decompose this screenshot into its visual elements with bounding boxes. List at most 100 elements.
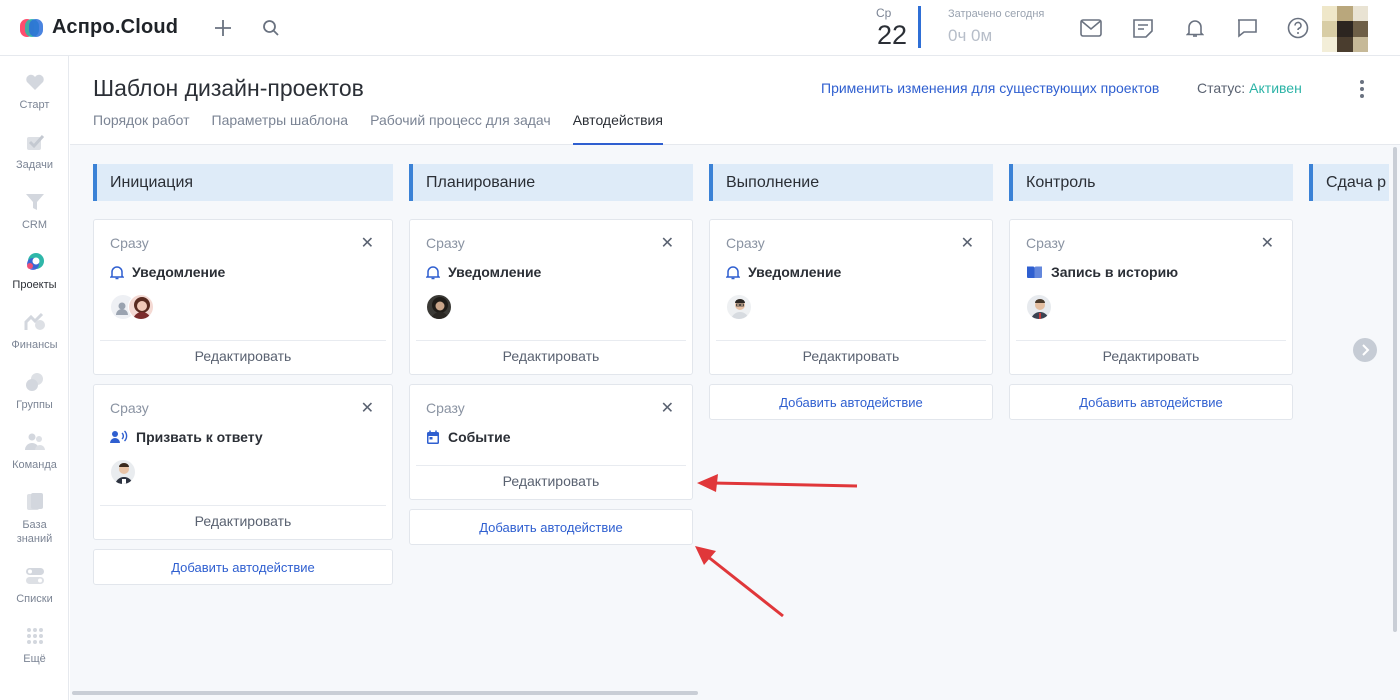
edit-button[interactable]: Редактировать — [1010, 348, 1292, 364]
sidebar-item-projects[interactable]: Проекты — [0, 252, 69, 292]
scroll-right-button[interactable] — [1353, 338, 1377, 362]
sidebar-item-label: Финансы — [11, 339, 58, 351]
status: Статус: Активен — [1197, 80, 1302, 96]
sidebar-item-team[interactable]: Команда — [0, 432, 69, 472]
stage-column-control: Контроль Сразу ✕ Запись в историю Редакт… — [1009, 164, 1293, 420]
add-automation-button[interactable]: Добавить автодействие — [1009, 384, 1293, 420]
plus-icon[interactable] — [209, 14, 237, 42]
funnel-icon — [24, 192, 46, 212]
card-trigger: Сразу — [1026, 235, 1065, 251]
close-icon[interactable]: ✕ — [961, 233, 974, 253]
chat-icon[interactable] — [1233, 14, 1261, 42]
stage-column-initiation: Инициация Сразу ✕ Уведомление Редактиров… — [93, 164, 393, 585]
sidebar-item-lists[interactable]: Списки — [0, 566, 69, 606]
tab-work-order[interactable]: Порядок работ — [93, 112, 190, 145]
close-icon[interactable]: ✕ — [661, 398, 674, 418]
sidebar-item-crm[interactable]: CRM — [0, 192, 69, 232]
time-spent-widget[interactable]: Затрачено сегодня 0ч 0м — [948, 8, 1044, 46]
add-automation-button[interactable]: Добавить автодействие — [409, 509, 693, 545]
help-icon[interactable] — [1284, 14, 1312, 42]
main-content: Шаблон дизайн-проектов Применить изменен… — [70, 57, 1400, 700]
sidebar-item-label: CRM — [21, 219, 48, 231]
bell-icon[interactable] — [1181, 14, 1209, 42]
close-icon[interactable]: ✕ — [1261, 233, 1274, 253]
sidebar-item-tasks[interactable]: Задачи — [0, 132, 69, 172]
app-logo[interactable]: Аспро.Cloud — [20, 16, 178, 39]
sidebar-item-label-line2: знаний — [16, 533, 53, 545]
add-automation-button[interactable]: Добавить автодействие — [709, 384, 993, 420]
more-menu-icon[interactable] — [1354, 77, 1370, 101]
horizontal-scrollbar[interactable] — [72, 691, 698, 695]
card-trigger: Сразу — [110, 235, 149, 251]
lists-icon — [24, 566, 46, 586]
card-participants — [110, 459, 136, 485]
status-label: Статус: — [1197, 80, 1246, 96]
sidebar-item-groups[interactable]: Группы — [0, 372, 69, 412]
add-automation-button[interactable]: Добавить автодействие — [93, 549, 393, 585]
sidebar-item-label: Проекты — [12, 279, 57, 291]
bell-icon — [110, 265, 124, 279]
tab-template-params[interactable]: Параметры шаблона — [212, 112, 349, 145]
logo-mark-icon — [20, 17, 44, 39]
automation-card: Сразу ✕ Уведомление Редактировать — [93, 219, 393, 375]
divider — [416, 465, 686, 466]
notes-icon[interactable] — [1129, 14, 1157, 42]
sidebar-item-start[interactable]: Старт — [0, 72, 69, 112]
card-participants — [110, 294, 154, 320]
avatar[interactable] — [1026, 294, 1052, 320]
tab-task-workflow[interactable]: Рабочий процесс для задач — [370, 112, 551, 145]
automation-card: Сразу ✕ Призвать к ответу Редактировать — [93, 384, 393, 540]
card-action-label: Уведомление — [748, 264, 842, 280]
stage-title: Сдача р — [1309, 164, 1389, 201]
card-action: Событие — [426, 429, 511, 445]
tab-automations[interactable]: Автодействия — [572, 112, 664, 145]
avatar[interactable] — [426, 294, 452, 320]
vertical-scrollbar[interactable] — [1393, 147, 1397, 632]
bell-icon — [426, 265, 440, 279]
sidebar-item-more[interactable]: Ещё — [0, 626, 69, 666]
edit-button[interactable]: Редактировать — [410, 473, 692, 489]
edit-button[interactable]: Редактировать — [410, 348, 692, 364]
edit-button[interactable]: Редактировать — [94, 348, 392, 364]
time-spent-value: 0ч 0м — [948, 26, 993, 45]
close-icon[interactable]: ✕ — [661, 233, 674, 253]
avatar[interactable] — [128, 294, 154, 320]
avatar[interactable] — [726, 294, 752, 320]
edit-button[interactable]: Редактировать — [710, 348, 992, 364]
projects-icon — [24, 252, 46, 272]
check-icon — [24, 132, 46, 152]
divider — [416, 340, 686, 341]
divider — [716, 340, 986, 341]
card-action-label: Призвать к ответу — [136, 429, 263, 445]
stage-title: Планирование — [409, 164, 693, 201]
mail-icon[interactable] — [1077, 14, 1105, 42]
automation-card: Сразу ✕ Событие Редактировать — [409, 384, 693, 500]
sidebar-item-label: Команда — [12, 459, 57, 471]
status-value[interactable]: Активен — [1249, 80, 1302, 96]
page-header: Шаблон дизайн-проектов Применить изменен… — [70, 57, 1400, 145]
history-book-icon — [1027, 266, 1042, 278]
team-icon — [24, 432, 46, 452]
sidebar-item-label: Группы — [16, 399, 53, 411]
sidebar-item-finance[interactable]: Финансы — [0, 312, 69, 352]
sidebar-item-label: Старт — [19, 99, 50, 111]
sidebar-item-knowledge-base[interactable]: База знаний — [0, 492, 69, 546]
stage-title: Выполнение — [709, 164, 993, 201]
book-icon — [24, 492, 46, 512]
bell-icon — [726, 265, 740, 279]
automation-card: Сразу ✕ Запись в историю Редактировать — [1009, 219, 1293, 375]
date-widget[interactable]: Ср 22 — [874, 6, 922, 50]
user-avatar[interactable] — [1322, 6, 1368, 52]
avatar[interactable] — [110, 459, 136, 485]
search-icon[interactable] — [257, 14, 285, 42]
stage-column-execution: Выполнение Сразу ✕ Уведомление Редактиро… — [709, 164, 993, 420]
apply-changes-link[interactable]: Применить изменения для существующих про… — [821, 80, 1159, 96]
stage-title: Контроль — [1009, 164, 1293, 201]
card-action-label: Событие — [448, 429, 511, 445]
stage-column-handover: Сдача р До — [1309, 164, 1389, 201]
close-icon[interactable]: ✕ — [361, 233, 374, 253]
close-icon[interactable]: ✕ — [361, 398, 374, 418]
card-action-label: Запись в историю — [1051, 264, 1179, 280]
card-action-label: Уведомление — [448, 264, 542, 280]
edit-button[interactable]: Редактировать — [94, 513, 392, 529]
